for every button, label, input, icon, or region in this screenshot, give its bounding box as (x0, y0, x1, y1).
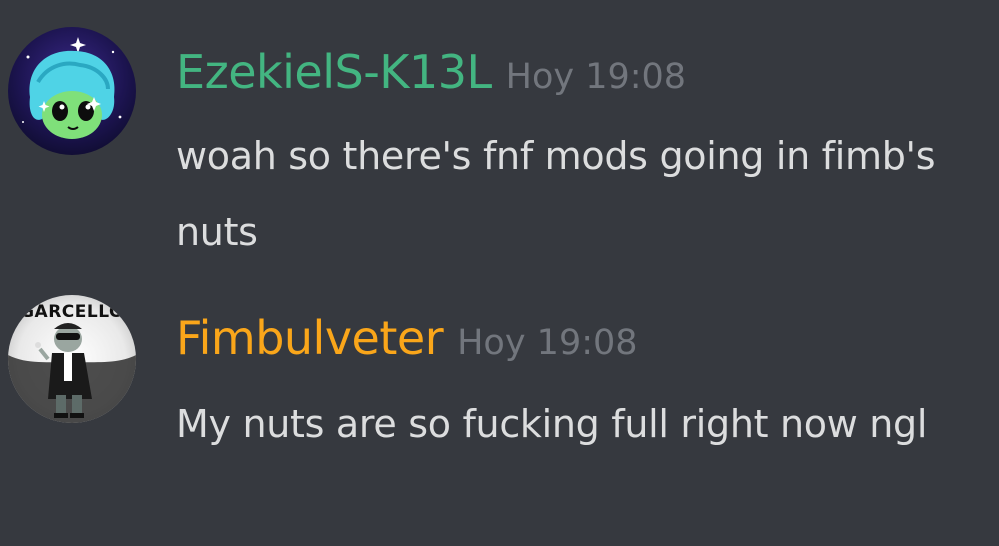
avatar-ezekiel-image (8, 27, 136, 155)
username[interactable]: Fimbulveter (176, 311, 444, 365)
message-header: EzekielS-K13L Hoy 19:08 (176, 40, 686, 109)
message-content: My nuts are so fucking full right now ng… (176, 402, 928, 446)
timestamp: Hoy 19:08 (505, 57, 687, 97)
timestamp: Hoy 19:08 (457, 323, 638, 363)
avatar[interactable]: GARCELLO (8, 295, 136, 423)
avatar-logo-text: GARCELLO (20, 302, 124, 322)
avatar-fimbulveter-image: GARCELLO (8, 295, 136, 423)
message-header: Fimbulveter Hoy 19:08 (176, 306, 638, 375)
username[interactable]: EzekielS-K13L (176, 45, 492, 99)
avatar[interactable] (8, 27, 136, 155)
chat-view: EzekielS-K13L Hoy 19:08 woah so there's f… (0, 0, 999, 546)
message-content: woah so there's fnf mods going in fimb's… (176, 134, 936, 254)
